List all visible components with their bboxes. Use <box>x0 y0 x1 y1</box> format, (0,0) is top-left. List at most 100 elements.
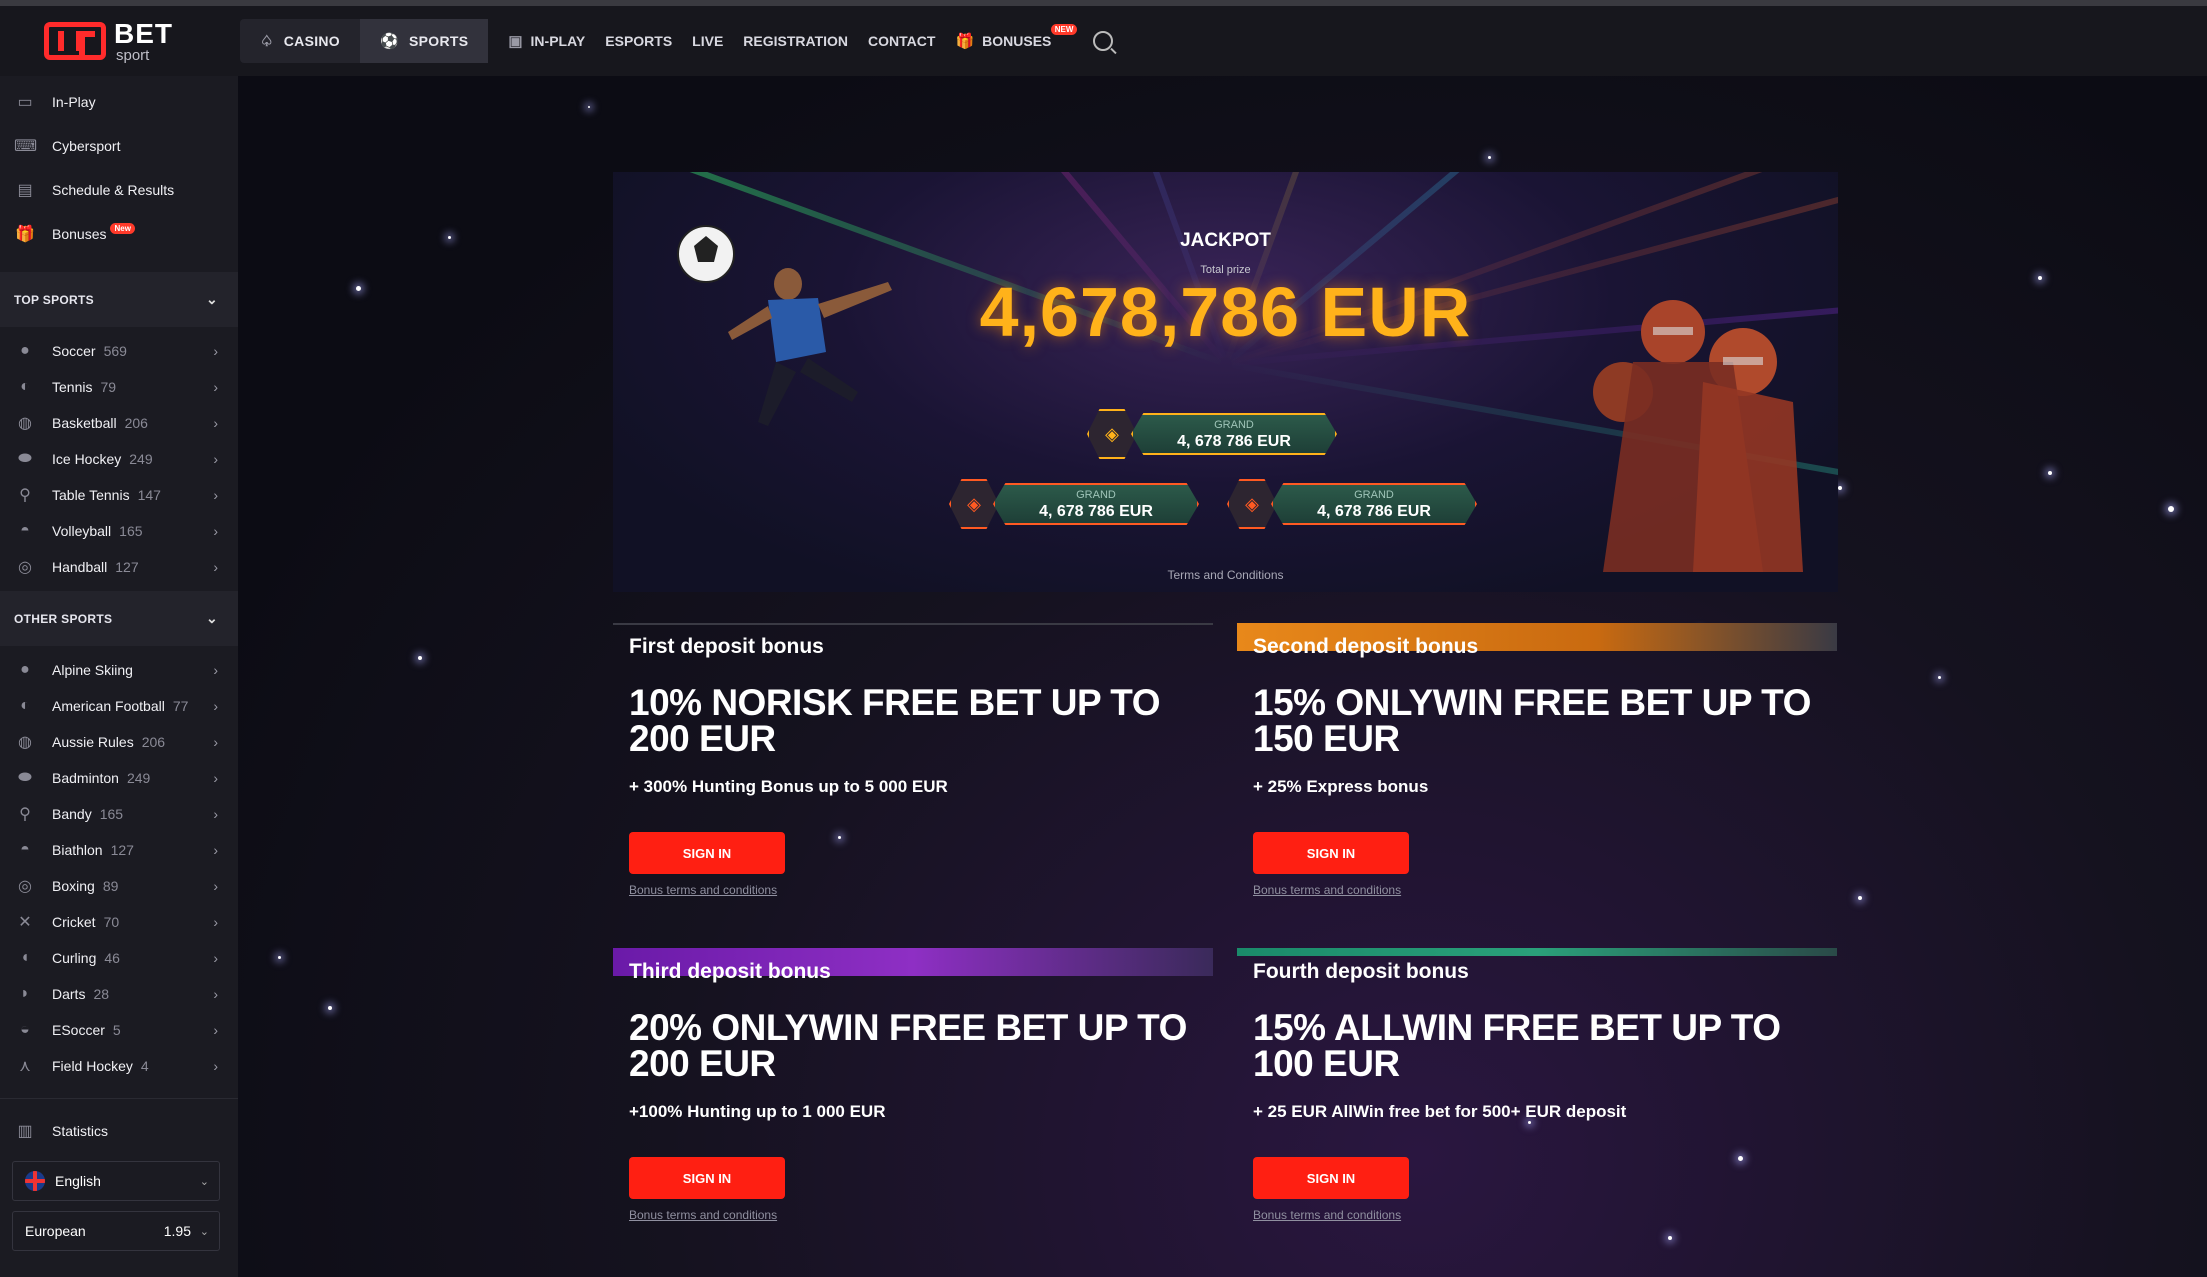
sport-label: ESoccer <box>52 1022 105 1038</box>
search-icon[interactable] <box>1093 31 1114 51</box>
chevron-down-icon: ⌄ <box>199 1225 209 1238</box>
sport-icon: ◓ <box>20 522 30 539</box>
sign-in-button[interactable]: SIGN IN <box>629 1157 785 1199</box>
sidebar-sport-item[interactable]: ◗ Darts 28 › <box>0 976 238 1012</box>
nav-registration[interactable]: REGISTRATION <box>743 33 848 49</box>
chevron-right-icon: › <box>213 806 218 822</box>
nav-live[interactable]: LIVE <box>692 33 723 49</box>
bonus-subtext: + 25% Express bonus <box>1253 777 1429 796</box>
chevron-right-icon: › <box>213 986 218 1002</box>
sport-count: 4 <box>140 1058 149 1074</box>
sidebar-sport-item[interactable]: ⋏ Field Hockey 4 › <box>0 1048 238 1084</box>
bonus-headline: 20% ONLYWIN FREE BET UP TO 200 EUR <box>629 1007 1187 1084</box>
jackpot-tier-right: ◈ GRAND 4, 678 786 EUR <box>1227 479 1477 529</box>
sport-label: Badminton <box>52 770 119 786</box>
odds-format-select[interactable]: European 1.95 ⌄ <box>12 1211 220 1251</box>
sign-in-button[interactable]: SIGN IN <box>629 832 785 874</box>
sport-icon: ◎ <box>18 559 32 576</box>
sidebar-item-cybersport[interactable]: ⌨ Cybersport <box>0 124 238 168</box>
top-sports-list: ● Soccer 569 › ◐ Tennis 79 › ◍ Basketball 206 › ⬬ Ice… <box>0 333 238 585</box>
sidebar-sport-item[interactable]: ● Soccer 569 › <box>0 333 238 369</box>
sidebar-sport-item[interactable]: ⚲ Bandy 165 › <box>0 796 238 832</box>
nav-bonuses[interactable]: 🎁 BONUSES NEW <box>955 24 1078 50</box>
star-decoration <box>356 286 361 291</box>
chevron-down-icon: ⌄ <box>205 291 218 307</box>
chevron-right-icon: › <box>213 770 218 786</box>
sign-in-button[interactable]: SIGN IN <box>1253 832 1409 874</box>
bonus-card-third: Third deposit bonus 20% ONLYWIN FREE BET… <box>613 948 1213 1258</box>
sidebar-item-label: Schedule & Results <box>52 182 175 198</box>
live-tv-icon: ▣ <box>508 33 523 50</box>
sidebar-sport-item[interactable]: ◎ Boxing 89 › <box>0 868 238 904</box>
sport-count: 77 <box>172 698 189 714</box>
site-header: BET sport ♤ CASINO ⚽ SPORTS ▣ IN-PLAY ES… <box>0 6 2207 76</box>
sidebar-sport-item[interactable]: ◒ ESoccer 5 › <box>0 1012 238 1048</box>
sidebar-sport-item[interactable]: ◓ Biathlon 127 › <box>0 832 238 868</box>
top-sports-header[interactable]: TOP SPORTS ⌄ <box>0 272 238 327</box>
bonus-terms-link[interactable]: Bonus terms and conditions <box>1253 1208 1401 1222</box>
sidebar-sport-item[interactable]: ◍ Basketball 206 › <box>0 405 238 441</box>
jackpot-banner: JACKPOT Total prize 4,678,786 EUR ◈ GRAN… <box>613 172 1838 592</box>
sidebar-item-bonuses[interactable]: 🎁 Bonuses New <box>0 212 238 256</box>
jackpot-tier-label: GRAND <box>1354 489 1394 501</box>
odds-value: 1.95 <box>163 1223 191 1239</box>
sidebar-item-label: Cybersport <box>52 138 121 154</box>
sport-label: Tennis <box>52 379 93 395</box>
sidebar-sport-item[interactable]: ◖ Curling 46 › <box>0 940 238 976</box>
chevron-right-icon: › <box>213 487 218 503</box>
sport-count: 46 <box>104 950 120 966</box>
jackpot-terms-link[interactable]: Terms and Conditions <box>613 568 1838 582</box>
sidebar-sport-item[interactable]: ◐ Tennis 79 › <box>0 369 238 405</box>
new-badge: New <box>110 222 135 234</box>
other-sports-header[interactable]: OTHER SPORTS ⌄ <box>0 591 238 646</box>
sidebar-sport-item[interactable]: ◐ American Football 77 › <box>0 688 238 724</box>
nav-esports[interactable]: ESPORTS <box>605 33 672 49</box>
bonus-terms-link[interactable]: Bonus terms and conditions <box>629 883 777 897</box>
bonus-terms-link[interactable]: Bonus terms and conditions <box>1253 883 1401 897</box>
sport-label: Basketball <box>52 415 117 431</box>
language-select[interactable]: English ⌄ <box>12 1161 220 1201</box>
sport-count: 70 <box>103 914 120 930</box>
bonus-terms-link[interactable]: Bonus terms and conditions <box>629 1208 777 1222</box>
sport-label: Volleyball <box>52 523 112 539</box>
sign-in-button[interactable]: SIGN IN <box>1253 1157 1409 1199</box>
chevron-right-icon: › <box>213 878 218 894</box>
sport-icon: ⬬ <box>18 450 32 467</box>
tab-sports[interactable]: ⚽ SPORTS <box>360 19 489 63</box>
sport-icon: ◓ <box>20 841 30 858</box>
sidebar-sport-item[interactable]: ⬬ Ice Hockey 249 › <box>0 441 238 477</box>
other-sports-title: OTHER SPORTS <box>14 611 113 626</box>
sport-icon: ✕ <box>18 914 32 931</box>
uk-flag-icon <box>25 1171 45 1191</box>
sidebar-item-schedule[interactable]: ▤ Schedule & Results <box>0 168 238 212</box>
sport-count: 147 <box>137 487 161 503</box>
sidebar-sport-item[interactable]: ◓ Volleyball 165 › <box>0 513 238 549</box>
nav-contact[interactable]: CONTACT <box>868 33 935 49</box>
tab-casino[interactable]: ♤ CASINO <box>240 19 360 63</box>
sidebar-item-statistics[interactable]: ▥ Statistics <box>0 1109 238 1153</box>
sport-count: 569 <box>103 343 127 359</box>
card-strip <box>1237 948 1837 956</box>
jackpot-tier-amount: 4, 678 786 EUR <box>1039 503 1153 520</box>
sidebar-sport-item[interactable]: ⚲ Table Tennis 147 › <box>0 477 238 513</box>
chevron-right-icon: › <box>213 662 218 678</box>
sport-label: Aussie Rules <box>52 734 134 750</box>
sidebar-sport-item[interactable]: ✕ Cricket 70 › <box>0 904 238 940</box>
nav-in-play[interactable]: ▣ IN-PLAY <box>508 32 585 50</box>
bonus-title: Fourth deposit bonus <box>1253 960 1469 983</box>
diamond-icon: ◈ <box>1087 409 1137 459</box>
sport-icon: ⬬ <box>18 769 32 786</box>
sidebar-sport-item[interactable]: ● Alpine Skiing › <box>0 652 238 688</box>
site-logo[interactable]: BET sport <box>0 6 238 76</box>
sidebar-sport-item[interactable]: ⬬ Badminton 249 › <box>0 760 238 796</box>
sidebar-sport-item[interactable]: ◎ Handball 127 › <box>0 549 238 585</box>
tab-casino-label: CASINO <box>283 33 340 49</box>
sidebar-sport-item[interactable]: ◍ Aussie Rules 206 › <box>0 724 238 760</box>
sidebar-item-in-play[interactable]: ▭ In-Play <box>0 80 238 124</box>
star-decoration <box>1938 676 1941 679</box>
odds-format-value: European <box>25 1223 86 1239</box>
sport-label: Cricket <box>52 914 96 930</box>
star-decoration <box>1858 896 1862 900</box>
gift-icon: 🎁 <box>955 33 975 50</box>
main-content: JACKPOT Total prize 4,678,786 EUR ◈ GRAN… <box>238 76 2207 1277</box>
